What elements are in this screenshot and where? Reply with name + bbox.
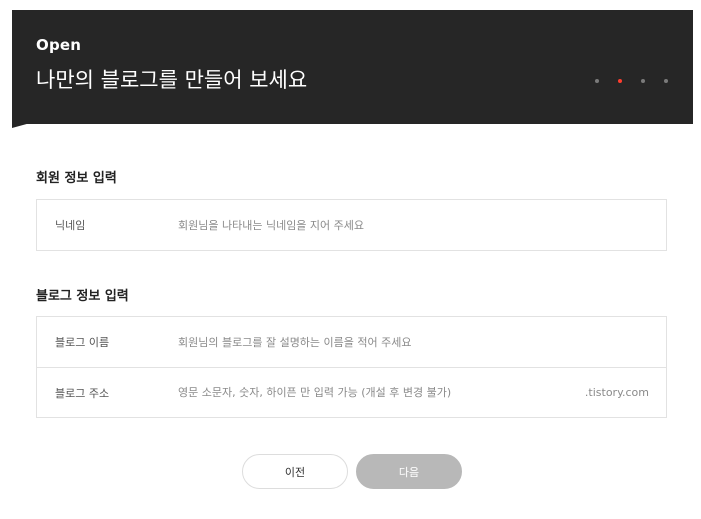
blog-address-input[interactable] <box>178 377 577 408</box>
prev-button[interactable]: 이전 <box>242 454 348 489</box>
header-banner: Open 나만의 블로그를 만들어 보세요 <box>12 10 693 124</box>
step-dot-1 <box>595 79 599 83</box>
step-dot-2-active <box>618 79 622 83</box>
blog-name-row: 블로그 이름 <box>37 317 666 367</box>
blog-name-label: 블로그 이름 <box>55 336 110 349</box>
step-dot-4 <box>664 79 668 83</box>
next-button[interactable]: 다음 <box>356 454 462 489</box>
blog-info-form: 블로그 이름 블로그 주소 .tistory.com <box>36 316 667 418</box>
nickname-row: 닉네임 <box>37 200 666 250</box>
blog-name-input[interactable] <box>178 327 666 357</box>
blog-setup-page: Open 나만의 블로그를 만들어 보세요 회원 정보 입력 닉네임 블로그 정… <box>0 0 701 519</box>
blog-address-row: 블로그 주소 .tistory.com <box>37 367 666 417</box>
step-indicator <box>576 79 668 83</box>
header-notch <box>12 122 34 128</box>
navigation-buttons: 이전 다음 <box>0 454 701 490</box>
member-section-title: 회원 정보 입력 <box>36 171 117 186</box>
header-eyebrow: Open <box>36 36 82 54</box>
nickname-label: 닉네임 <box>55 219 86 232</box>
blog-domain-suffix: .tistory.com <box>584 386 649 399</box>
member-info-form: 닉네임 <box>36 199 667 251</box>
blog-address-label: 블로그 주소 <box>55 386 110 400</box>
blog-section-title: 블로그 정보 입력 <box>36 289 129 304</box>
page-title: 나만의 블로그를 만들어 보세요 <box>36 68 308 92</box>
step-dot-3 <box>641 79 645 83</box>
nickname-input[interactable] <box>178 210 666 240</box>
